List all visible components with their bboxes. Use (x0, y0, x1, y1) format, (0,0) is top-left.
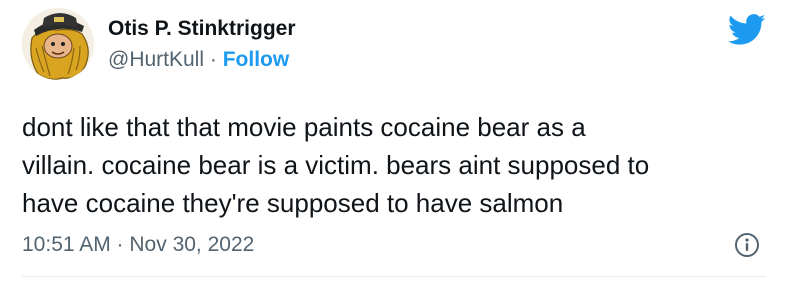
twitter-bird-icon[interactable] (728, 14, 766, 46)
avatar-image (22, 8, 94, 80)
info-icon[interactable] (734, 232, 760, 258)
tweet-timestamp[interactable]: 10:51 AM · Nov 30, 2022 (22, 233, 254, 257)
avatar[interactable] (22, 8, 94, 80)
author-handle-row: @HurtKull · Follow (108, 48, 289, 72)
tweet-line: dont like that that movie paints cocaine… (22, 112, 586, 142)
tweet-text: dont like that that movie paints cocaine… (22, 108, 772, 222)
tweet-card: Otis P. Stinktrigger @HurtKull · Follow … (0, 0, 786, 284)
tweet-line: villain. cocaine bear is a victim. bears… (22, 150, 650, 180)
author-name[interactable]: Otis P. Stinktrigger (108, 17, 296, 41)
follow-button[interactable]: Follow (223, 48, 290, 71)
tweet-line: have cocaine they're supposed to have sa… (22, 188, 564, 218)
author-handle[interactable]: @HurtKull (108, 48, 204, 71)
divider (22, 276, 766, 277)
handle-separator: · (209, 48, 217, 71)
